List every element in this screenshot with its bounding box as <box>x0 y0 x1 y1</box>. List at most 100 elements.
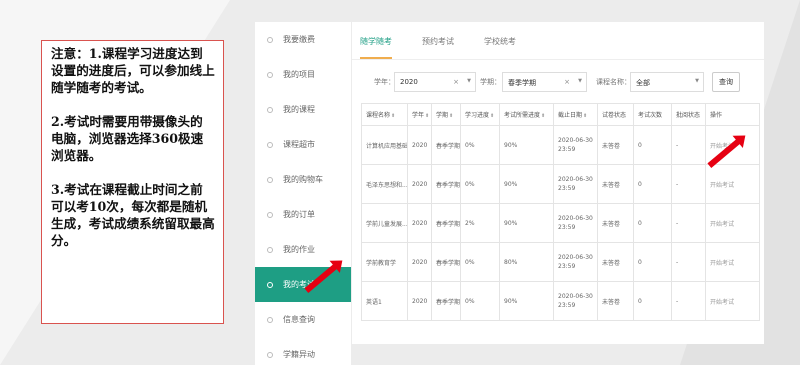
cell-deadline: 2020-06-30 23:59 <box>553 242 598 282</box>
cell-term: 春季学期 <box>431 164 461 204</box>
main-panel: 随学随考 预约考试 学校统考 学年： 2020 × ▼ 学期： 春季学期 × ▼… <box>352 22 764 344</box>
column-header-year[interactable]: 学年⬍ <box>407 103 432 126</box>
course-name-label: 课程名称： <box>596 78 631 86</box>
cell-year: 2020 <box>407 164 432 204</box>
cell-attempts: 0 <box>633 203 672 243</box>
note-paragraph-2: 2.考试时需要用带摄像头的电脑，浏览器选择360极速浏览器。 <box>51 114 204 163</box>
year-label: 学年： <box>374 78 395 86</box>
cell-attempts: 0 <box>633 125 672 165</box>
sort-icon[interactable]: ⬍ <box>425 113 429 119</box>
sort-icon[interactable]: ⬍ <box>583 113 587 119</box>
cell-term: 春季学期 <box>431 203 461 243</box>
sidebar-item-orders[interactable]: 我的订单 <box>255 197 351 232</box>
column-header-action: 操作 <box>705 103 760 126</box>
cell-required: 80% <box>499 242 554 282</box>
column-header-deadline[interactable]: 截止日期⬍ <box>553 103 598 126</box>
start-exam-button[interactable]: 开始考试 <box>705 281 760 321</box>
cell-progress: 0% <box>460 281 500 321</box>
note-paragraph-1: 注意：1.课程学习进度达到设置的进度后，可以参加线上随学随考的考试。 <box>51 46 215 95</box>
sidebar-item-payment[interactable]: 我要缴费 <box>255 22 351 57</box>
clear-icon[interactable]: × <box>453 78 459 86</box>
circle-icon <box>267 36 273 43</box>
tab-scheduled-exam[interactable]: 预约考试 <box>422 22 454 59</box>
cell-deadline: 2020-06-30 23:59 <box>553 203 598 243</box>
circle-icon <box>267 211 273 218</box>
sidebar-item-info-query[interactable]: 信息查询 <box>255 302 351 337</box>
start-exam-button[interactable]: 开始考试 <box>705 164 760 204</box>
cell-progress: 0% <box>460 164 500 204</box>
cell-required: 90% <box>499 203 554 243</box>
cell-attempts: 0 <box>633 281 672 321</box>
cell-required: 90% <box>499 281 554 321</box>
sidebar-item-label: 我要缴费 <box>283 35 315 44</box>
sidebar-nav: 我要缴费 我的项目 我的课程 课程超市 我的购物车 我的订单 我的作业 我的考试… <box>255 22 351 365</box>
start-exam-button[interactable]: 开始考试 <box>705 242 760 282</box>
cell-review: - <box>671 203 706 243</box>
cell-year: 2020 <box>407 125 432 165</box>
cell-paper-status: 未答卷 <box>597 203 634 243</box>
cell-paper-status: 未答卷 <box>597 125 634 165</box>
exam-instructions-note: 注意：1.课程学习进度达到设置的进度后，可以参加线上随学随考的考试。 2.考试时… <box>41 40 224 324</box>
cell-required: 90% <box>499 164 554 204</box>
table-row: 学前教育学 2020 春季学期 0% 80% 2020-06-30 23:59 未… <box>361 242 760 282</box>
table-row: 毛泽东思想和... 2020 春季学期 0% 90% 2020-06-30 23:… <box>361 164 760 204</box>
sidebar-item-cart[interactable]: 我的购物车 <box>255 162 351 197</box>
sidebar-item-exams[interactable]: 我的考试 <box>255 267 351 302</box>
column-header-course[interactable]: 课程名称⬍ <box>361 103 408 126</box>
cell-paper-status: 未答卷 <box>597 242 634 282</box>
query-button[interactable]: 查询 <box>712 72 740 92</box>
sort-icon[interactable]: ⬍ <box>449 113 453 119</box>
cell-review: - <box>671 125 706 165</box>
column-header-review: 批阅状态 <box>671 103 706 126</box>
sort-icon[interactable]: ⬍ <box>490 113 494 119</box>
circle-icon <box>267 176 273 183</box>
cell-course: 计算机应用基础 <box>361 125 408 165</box>
year-select[interactable]: 2020 × ▼ <box>394 72 476 92</box>
column-header-progress[interactable]: 学习进度⬍ <box>460 103 500 126</box>
circle-icon <box>267 351 273 358</box>
sidebar-item-label: 我的作业 <box>283 245 315 254</box>
course-value: 全部 <box>636 79 650 87</box>
sort-icon[interactable]: ⬍ <box>391 113 395 119</box>
sidebar-item-label: 我的课程 <box>283 105 315 114</box>
sidebar-item-courses[interactable]: 我的课程 <box>255 92 351 127</box>
course-select[interactable]: 全部 ▼ <box>630 72 704 92</box>
cell-deadline: 2020-06-30 23:59 <box>553 164 598 204</box>
cell-course: 英语1 <box>361 281 408 321</box>
term-label: 学期： <box>480 78 501 86</box>
sidebar-item-projects[interactable]: 我的项目 <box>255 57 351 92</box>
cell-course: 学前教育学 <box>361 242 408 282</box>
sidebar-item-course-market[interactable]: 课程超市 <box>255 127 351 162</box>
exam-tabs: 随学随考 预约考试 学校统考 <box>352 22 764 60</box>
table-header-row: 课程名称⬍ 学年⬍ 学期⬍ 学习进度⬍ 考试所需进度⬍ 截止日期⬍ 试卷状态 考… <box>361 103 760 126</box>
cell-review: - <box>671 242 706 282</box>
filter-bar: 学年： 2020 × ▼ 学期： 春季学期 × ▼ 课程名称： 全部 ▼ 查询 <box>352 72 764 94</box>
circle-icon <box>267 246 273 253</box>
start-exam-button[interactable]: 开始考试 <box>705 203 760 243</box>
chevron-down-icon: ▼ <box>467 78 471 84</box>
chevron-down-icon: ▼ <box>578 78 582 84</box>
cell-course: 学前儿童发展... <box>361 203 408 243</box>
cell-progress: 2% <box>460 203 500 243</box>
column-header-required-progress[interactable]: 考试所需进度⬍ <box>499 103 554 126</box>
cell-progress: 0% <box>460 242 500 282</box>
sort-icon[interactable]: ⬍ <box>541 113 545 119</box>
column-header-paper-status: 试卷状态 <box>597 103 634 126</box>
cell-year: 2020 <box>407 242 432 282</box>
cell-year: 2020 <box>407 281 432 321</box>
sidebar-item-status-change[interactable]: 学籍异动 <box>255 337 351 365</box>
circle-icon <box>267 316 273 323</box>
term-select[interactable]: 春季学期 × ▼ <box>502 72 587 92</box>
sidebar-item-label: 信息查询 <box>283 315 315 324</box>
cell-term: 春季学期 <box>431 281 461 321</box>
column-header-term[interactable]: 学期⬍ <box>431 103 461 126</box>
clear-icon[interactable]: × <box>564 78 570 86</box>
cell-review: - <box>671 281 706 321</box>
tab-study-exam[interactable]: 随学随考 <box>360 22 392 59</box>
sidebar-item-label: 课程超市 <box>283 140 315 149</box>
cell-review: - <box>671 164 706 204</box>
sidebar-item-label: 我的购物车 <box>283 175 323 184</box>
cell-paper-status: 未答卷 <box>597 164 634 204</box>
tab-school-exam[interactable]: 学校统考 <box>484 22 516 59</box>
sidebar-item-label: 我的项目 <box>283 70 315 79</box>
